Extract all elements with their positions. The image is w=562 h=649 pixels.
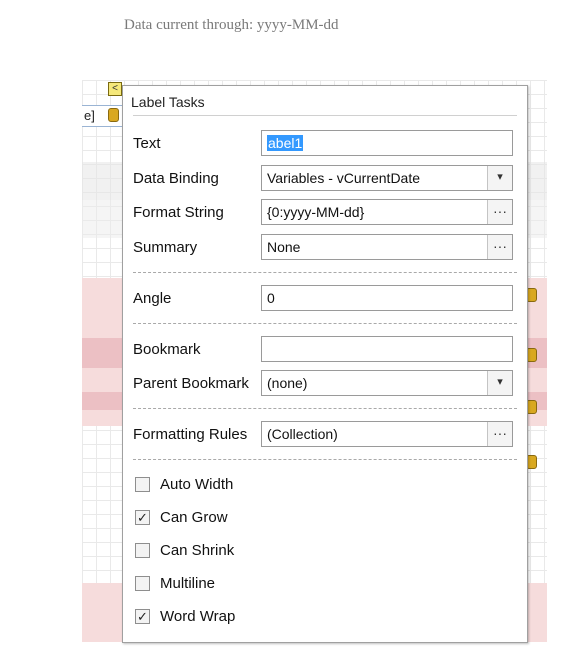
- summary-value: None: [267, 239, 301, 255]
- text-label: Text: [133, 135, 161, 152]
- formatting-rules-value: (Collection): [267, 426, 338, 442]
- parent-bookmark-value: (none): [267, 375, 308, 391]
- database-icon: [108, 108, 119, 122]
- chevron-down-icon[interactable]: ▾: [487, 371, 512, 395]
- ellipsis-button[interactable]: ···: [487, 422, 512, 446]
- can-shrink-checkbox[interactable]: [135, 543, 150, 558]
- formatting-rules-label: Formatting Rules: [133, 426, 248, 443]
- word-wrap-checkbox[interactable]: ✓: [135, 609, 150, 624]
- parent-bookmark-dropdown[interactable]: (none) ▾: [261, 370, 513, 396]
- text-input-value: abel1: [267, 135, 304, 151]
- parent-bookmark-label: Parent Bookmark: [133, 375, 249, 392]
- multiline-checkbox[interactable]: [135, 576, 150, 591]
- separator: [133, 323, 517, 324]
- formatting-rules-field[interactable]: (Collection) ···: [261, 421, 513, 447]
- popup-title: Label Tasks: [131, 94, 205, 110]
- separator: [133, 459, 517, 460]
- label-tasks-popup: Label Tasks Text abel1 Data Binding Vari…: [122, 85, 528, 643]
- data-binding-value: Variables - vCurrentDate: [267, 170, 421, 186]
- format-string-field[interactable]: {0:yyyy-MM-dd} ···: [261, 199, 513, 225]
- data-binding-label: Data Binding: [133, 170, 219, 187]
- separator: [133, 115, 517, 116]
- auto-width-label: Auto Width: [160, 476, 234, 493]
- can-grow-label: Can Grow: [160, 509, 228, 526]
- separator: [133, 272, 517, 273]
- auto-width-checkbox[interactable]: [135, 477, 150, 492]
- data-binding-dropdown[interactable]: Variables - vCurrentDate ▾: [261, 165, 513, 191]
- chevron-down-icon[interactable]: ▾: [487, 166, 512, 190]
- text-input[interactable]: abel1: [261, 130, 513, 156]
- separator: [133, 408, 517, 409]
- can-shrink-label: Can Shrink: [160, 542, 235, 559]
- word-wrap-label: Word Wrap: [160, 608, 236, 625]
- can-grow-checkbox[interactable]: ✓: [135, 510, 150, 525]
- summary-label: Summary: [133, 239, 198, 256]
- ellipsis-button[interactable]: ···: [487, 235, 512, 259]
- bookmark-label: Bookmark: [133, 341, 201, 358]
- angle-input[interactable]: 0: [261, 285, 513, 311]
- format-string-value: {0:yyyy-MM-dd}: [267, 204, 365, 220]
- angle-label: Angle: [133, 290, 172, 307]
- summary-field[interactable]: None ···: [261, 234, 513, 260]
- format-string-label: Format String: [133, 204, 224, 221]
- ellipsis-button[interactable]: ···: [487, 200, 512, 224]
- smart-tag-button[interactable]: <: [108, 82, 122, 96]
- data-current-caption: Data current through: yyyy-MM-dd: [124, 17, 339, 33]
- bookmark-input[interactable]: [261, 336, 513, 362]
- multiline-label: Multiline: [160, 575, 216, 592]
